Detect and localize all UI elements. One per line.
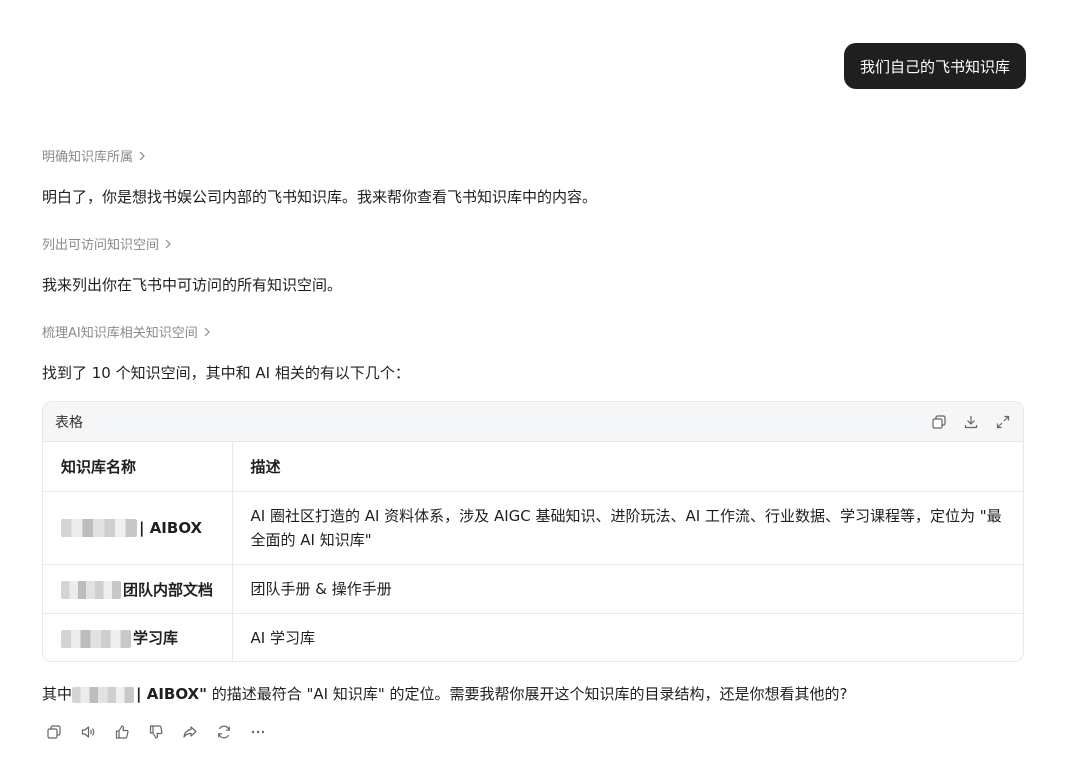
- download-icon[interactable]: [963, 414, 979, 430]
- table-cell-desc: 团队手册 & 操作手册: [232, 564, 1023, 614]
- table-cell-desc: AI 圈社区打造的 AI 资料体系，涉及 AIGC 基础知识、进阶玩法、AI 工…: [232, 491, 1023, 565]
- step-toggle-2[interactable]: 列出可访问知识空间: [42, 234, 173, 253]
- step-label: 列出可访问知识空间: [42, 238, 160, 253]
- redacted-mosaic: [61, 581, 121, 599]
- final-response: 其中 | AIBOX" 的描述最符合 "AI 知识库" 的定位。需要我帮你展开这个…: [42, 685, 848, 703]
- table-card: 表格 知识库名称 描述 | AIBOX AI 圈社区打造的 AI 资料体系，涉及…: [42, 401, 1024, 662]
- knowledge-table: 知识库名称 描述 | AIBOX AI 圈社区打造的 AI 资料体系，涉及 AI…: [43, 442, 1023, 661]
- table-cell-name: 团队内部文档: [43, 564, 233, 614]
- redacted-mosaic: [72, 686, 135, 703]
- step-toggle-3[interactable]: 梳理AI知识库相关知识空间: [42, 322, 212, 341]
- thumbs-up-icon[interactable]: [114, 724, 130, 740]
- copy-icon[interactable]: [931, 414, 947, 430]
- column-header: 描述: [232, 442, 1023, 492]
- user-message-bubble: 我们自己的飞书知识库: [843, 43, 1026, 89]
- chevron-right-icon: [139, 151, 145, 160]
- response-text: 找到了 10 个知识空间，其中和 AI 相关的有以下几个：: [42, 364, 410, 382]
- redacted-mosaic: [61, 519, 137, 538]
- user-message-text: 我们自己的飞书知识库: [859, 57, 1010, 76]
- table-header-bar: 表格: [43, 402, 1023, 442]
- step-toggle-1[interactable]: 明确知识库所属: [42, 146, 147, 165]
- table-cell-name: 学习库: [43, 613, 233, 661]
- message-actions: [46, 724, 266, 740]
- thumbs-down-icon[interactable]: [148, 724, 164, 740]
- chevron-right-icon: [165, 239, 171, 248]
- step-label: 梳理AI知识库相关知识空间: [42, 326, 198, 341]
- speaker-icon[interactable]: [80, 724, 96, 740]
- table-cell-name: | AIBOX: [43, 491, 233, 565]
- response-text: 明白了，你是想找书娱公司内部的飞书知识库。我来帮你查看飞书知识库中的内容。: [42, 188, 598, 206]
- redacted-mosaic: [61, 629, 131, 648]
- table-row: | AIBOX AI 圈社区打造的 AI 资料体系，涉及 AIGC 基础知识、进…: [43, 491, 1023, 565]
- table-cell-desc: AI 学习库: [250, 628, 315, 647]
- share-icon[interactable]: [182, 724, 198, 740]
- step-label: 明确知识库所属: [42, 150, 134, 165]
- expand-icon[interactable]: [995, 414, 1011, 430]
- copy-icon[interactable]: [46, 724, 62, 740]
- table-title: 表格: [55, 414, 83, 431]
- column-header: 知识库名称: [43, 442, 233, 492]
- table-tools: [931, 414, 1011, 430]
- table-row: 团队内部文档 团队手册 & 操作手册: [43, 564, 1023, 614]
- more-icon[interactable]: [250, 724, 266, 740]
- chevron-right-icon: [204, 327, 210, 336]
- response-text: 我来列出你在飞书中可访问的所有知识空间。: [42, 276, 343, 294]
- table-row: 学习库 AI 学习库: [43, 613, 1023, 661]
- regenerate-icon[interactable]: [216, 724, 232, 740]
